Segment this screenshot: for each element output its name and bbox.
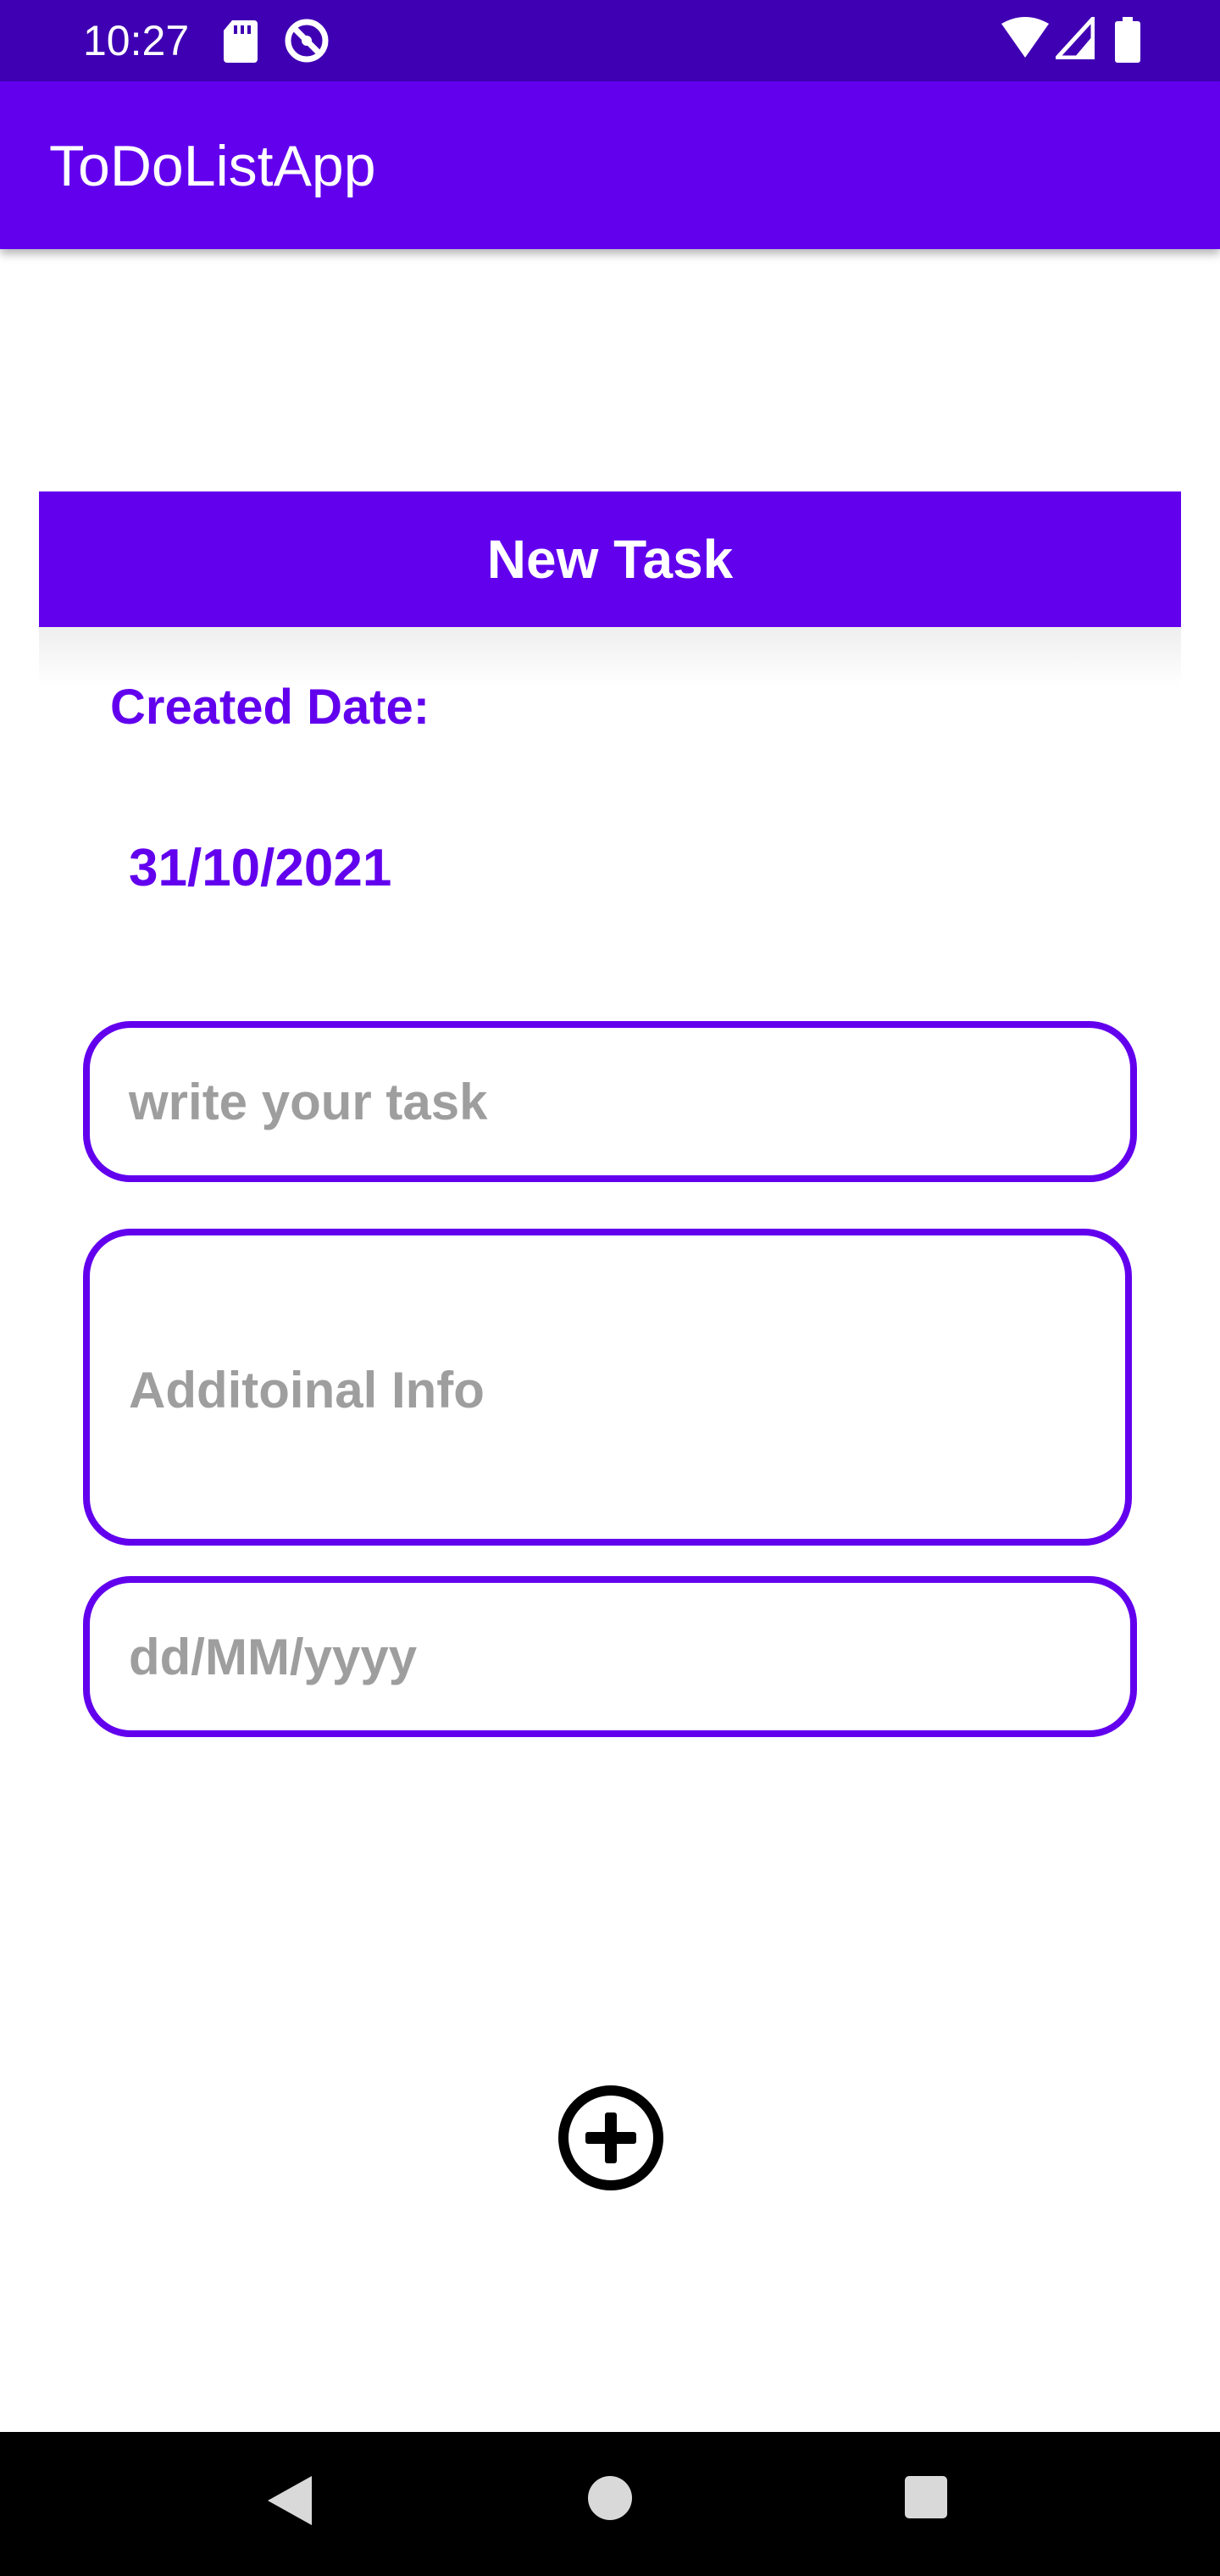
new-task-title: New Task [486,529,734,590]
task-input[interactable] [83,1021,1137,1182]
add-task-button[interactable] [556,2083,666,2193]
wifi-icon [1001,17,1049,64]
status-bar: 10:27 [0,0,1220,81]
add-circle-icon [558,2085,663,2190]
recents-icon[interactable] [903,2474,949,2524]
back-icon[interactable] [264,2473,315,2533]
home-icon[interactable] [586,2474,634,2526]
signal-icon [1052,13,1095,64]
due-date-input[interactable] [83,1576,1137,1737]
new-task-header: New Task [39,491,1181,627]
data-saver-icon [283,17,330,69]
additional-info-input[interactable] [83,1229,1132,1546]
battery-icon [1115,17,1140,67]
status-time: 10:27 [83,17,190,64]
created-date-label: Created Date: [110,680,430,735]
sd-card-icon [222,17,259,69]
navigation-bar [0,2432,1220,2576]
created-date-value: 31/10/2021 [129,839,392,897]
app-title: ToDoListApp [49,134,376,198]
app-bar: ToDoListApp [0,81,1220,249]
